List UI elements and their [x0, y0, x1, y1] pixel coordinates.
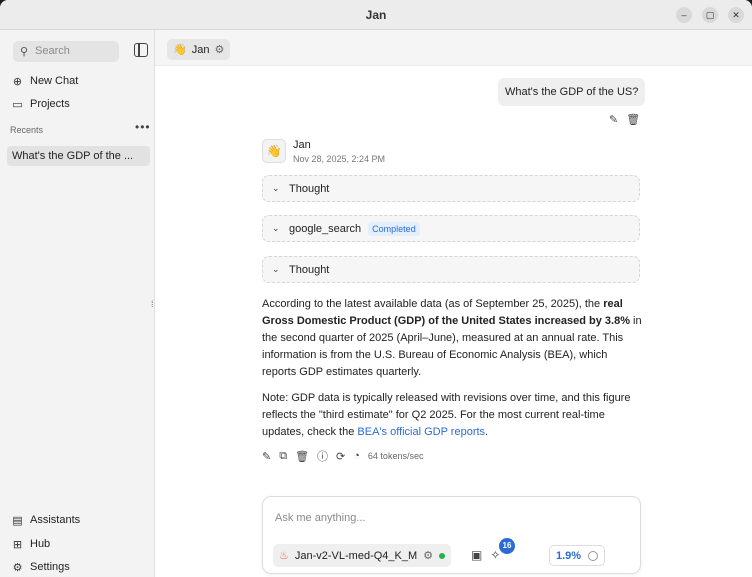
recent-chat-item[interactable]: What's the GDP of the ... [7, 146, 150, 166]
sidebar-item-label: Hub [30, 538, 51, 550]
assistant-selector[interactable]: 👋 Jan ⚙ [167, 39, 231, 60]
answer-text: According to the latest available data (… [262, 298, 604, 310]
close-button[interactable]: ✕ [728, 7, 744, 23]
projects-button[interactable]: ▭ Projects [11, 96, 70, 112]
wave-icon: 👋 [173, 44, 187, 56]
sidebar-item-label: Settings [30, 561, 70, 573]
status-badge: Completed [368, 221, 420, 236]
model-name: Jan-v2-VL-med-Q4_K_M [294, 549, 418, 562]
answer-paragraph: According to the latest available data (… [262, 296, 644, 381]
maximize-button[interactable]: ▢ [702, 7, 718, 23]
step-label: Thought [289, 182, 330, 195]
sidebar-toggle-icon[interactable] [134, 43, 148, 57]
grid-icon: ⊞ [12, 538, 23, 551]
answer-paragraph: Note: GDP data is typically released wit… [262, 390, 644, 441]
chevron-down-icon: ⌄ [272, 264, 280, 274]
search-icon: ⚲ [20, 46, 29, 58]
chevron-down-icon: ⌄ [272, 183, 280, 193]
speed-icon: ◔ [353, 450, 360, 462]
assistant-name: Jan [293, 139, 311, 151]
regenerate-icon[interactable]: ⟳ [336, 450, 345, 463]
bea-link[interactable]: BEA's official GDP reports [357, 426, 485, 438]
assistant-message-actions: ✎ ⧉ 🗑 ⓘ ⟳ ◔ 64 tokens/sec [262, 448, 423, 464]
clipboard-icon: ▤ [12, 514, 23, 527]
thought-toggle[interactable]: ⌄ Thought [262, 256, 640, 283]
chevron-down-icon: ⌄ [272, 223, 280, 233]
avatar: 👋 [262, 139, 286, 163]
usage-ring-icon [588, 550, 599, 561]
assistant-name: Jan [191, 43, 210, 56]
edit-icon[interactable]: ✎ [609, 113, 618, 126]
tokens-per-second: 64 tokens/sec [367, 451, 424, 461]
model-icon: ♨ [279, 550, 289, 562]
tools-icon[interactable]: ✧ [490, 548, 500, 562]
image-icon[interactable]: ▣ [471, 548, 482, 562]
message-timestamp: Nov 28, 2025, 2:24 PM [293, 154, 386, 164]
search-placeholder: Search [35, 45, 70, 57]
info-icon[interactable]: ⓘ [317, 448, 328, 464]
chat-header: 👋 Jan ⚙ [155, 30, 752, 66]
step-label: google_search [289, 222, 362, 235]
user-message: What's the GDP of the US? [498, 78, 646, 106]
chat-main: 👋 Jan ⚙ What's the GDP of the US? ✎ 🗑 👋 … [155, 30, 752, 577]
folder-icon: ▭ [12, 98, 23, 111]
new-chat-label: New Chat [30, 75, 79, 87]
answer-text: . [485, 426, 489, 438]
app-window: Jan – ▢ ✕ ⚲ Search ⊕ New Chat ▭ Projects… [0, 0, 752, 577]
gear-icon[interactable]: ⚙ [423, 549, 433, 562]
step-label: Thought [289, 263, 330, 276]
edit-icon[interactable]: ✎ [262, 450, 271, 463]
usage-percent: 1.9% [555, 549, 582, 562]
projects-label: Projects [30, 98, 70, 110]
sidebar-item-hub[interactable]: ⊞ Hub [11, 536, 50, 552]
user-message-actions: ✎ 🗑 [609, 113, 640, 126]
tool-call-toggle[interactable]: ⌄ google_search Completed [262, 215, 640, 242]
trash-icon[interactable]: 🗑 [626, 113, 640, 126]
window-title: Jan [365, 8, 387, 22]
tools-count-badge: 16 [499, 538, 515, 554]
copy-icon[interactable]: ⧉ [279, 450, 287, 463]
composer-tools: ▣ ✧ [471, 548, 500, 562]
recents-heading: Recents [10, 125, 44, 135]
search-input[interactable]: ⚲ Search [13, 41, 119, 62]
gear-icon[interactable]: ⚙ [214, 43, 224, 56]
thought-toggle[interactable]: ⌄ Thought [262, 175, 640, 202]
sidebar: ⚲ Search ⊕ New Chat ▭ Projects Recents •… [0, 30, 155, 577]
sidebar-item-label: Assistants [30, 514, 81, 526]
composer: Ask me anything... ♨ Jan-v2-VL-med-Q4_K_… [262, 496, 641, 574]
model-selector[interactable]: ♨ Jan-v2-VL-med-Q4_K_M ⚙ [273, 544, 452, 567]
status-dot [439, 552, 446, 559]
plus-circle-icon: ⊕ [12, 75, 23, 88]
context-usage[interactable]: 1.9% [549, 545, 605, 566]
new-chat-button[interactable]: ⊕ New Chat [11, 73, 78, 89]
gear-icon: ⚙ [12, 561, 23, 574]
title-bar: Jan – ▢ ✕ [0, 0, 752, 30]
message-input[interactable]: Ask me anything... [275, 512, 366, 524]
sidebar-item-assistants[interactable]: ▤ Assistants [11, 512, 80, 528]
more-icon[interactable]: ••• [135, 120, 151, 134]
minimize-button[interactable]: – [676, 7, 692, 23]
sidebar-item-settings[interactable]: ⚙ Settings [11, 559, 70, 575]
assistant-answer: According to the latest available data (… [262, 296, 644, 450]
trash-icon[interactable]: 🗑 [295, 450, 309, 463]
